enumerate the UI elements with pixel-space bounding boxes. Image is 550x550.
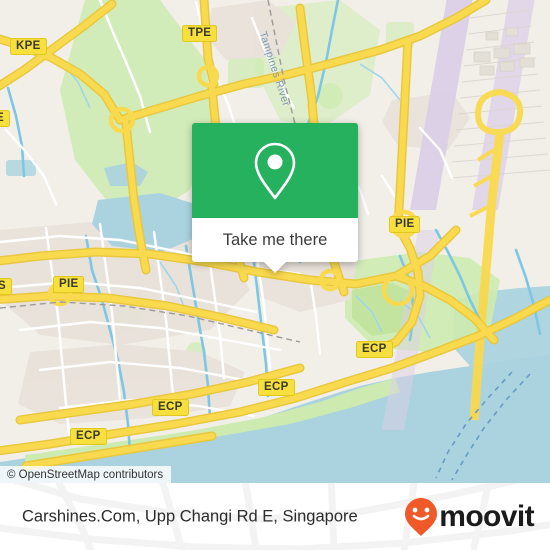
moovit-brand[interactable]: moovit bbox=[404, 497, 535, 537]
highway-shield-tpe: TPE bbox=[182, 25, 218, 42]
take-me-there-button[interactable]: Take me there bbox=[192, 218, 358, 262]
osm-attribution-text: © OpenStreetMap contributors bbox=[7, 468, 164, 481]
osm-attribution[interactable]: © OpenStreetMap contributors bbox=[0, 466, 172, 483]
highway-shield-edge-left-top: E bbox=[0, 110, 10, 127]
page-title: Carshines.Com, Upp Changi Rd E, Singapor… bbox=[22, 507, 358, 525]
moovit-wordmark: moovit bbox=[439, 499, 534, 533]
location-callout-card[interactable]: Take me there bbox=[192, 123, 358, 273]
highway-shield-pie-east: PIE bbox=[389, 216, 421, 233]
moovit-map-screenshot: KPE TPE E PIE PIE S ECP ECP ECP ECP Tamp… bbox=[0, 0, 550, 550]
highway-shield-edge-left-bottom: S bbox=[0, 278, 12, 295]
highway-shield-ecp-east: ECP bbox=[356, 341, 393, 358]
take-me-there-label: Take me there bbox=[222, 230, 328, 249]
map-pin-icon bbox=[254, 142, 296, 199]
highway-shield-ecp-mid: ECP bbox=[152, 399, 189, 416]
highway-shield-kpe: KPE bbox=[10, 38, 47, 55]
moovit-pin-smiley-icon bbox=[405, 497, 438, 536]
map-canvas[interactable]: KPE TPE E PIE PIE S ECP ECP ECP ECP Tamp… bbox=[0, 0, 550, 483]
callout-header bbox=[192, 123, 358, 218]
highway-shield-ecp-west: ECP bbox=[70, 428, 107, 445]
footer-bar: Carshines.Com, Upp Changi Rd E, Singapor… bbox=[0, 483, 550, 550]
highway-shield-pie-west: PIE bbox=[53, 276, 85, 293]
callout-pointer bbox=[264, 262, 286, 273]
highway-shield-ecp-central: ECP bbox=[258, 379, 295, 396]
